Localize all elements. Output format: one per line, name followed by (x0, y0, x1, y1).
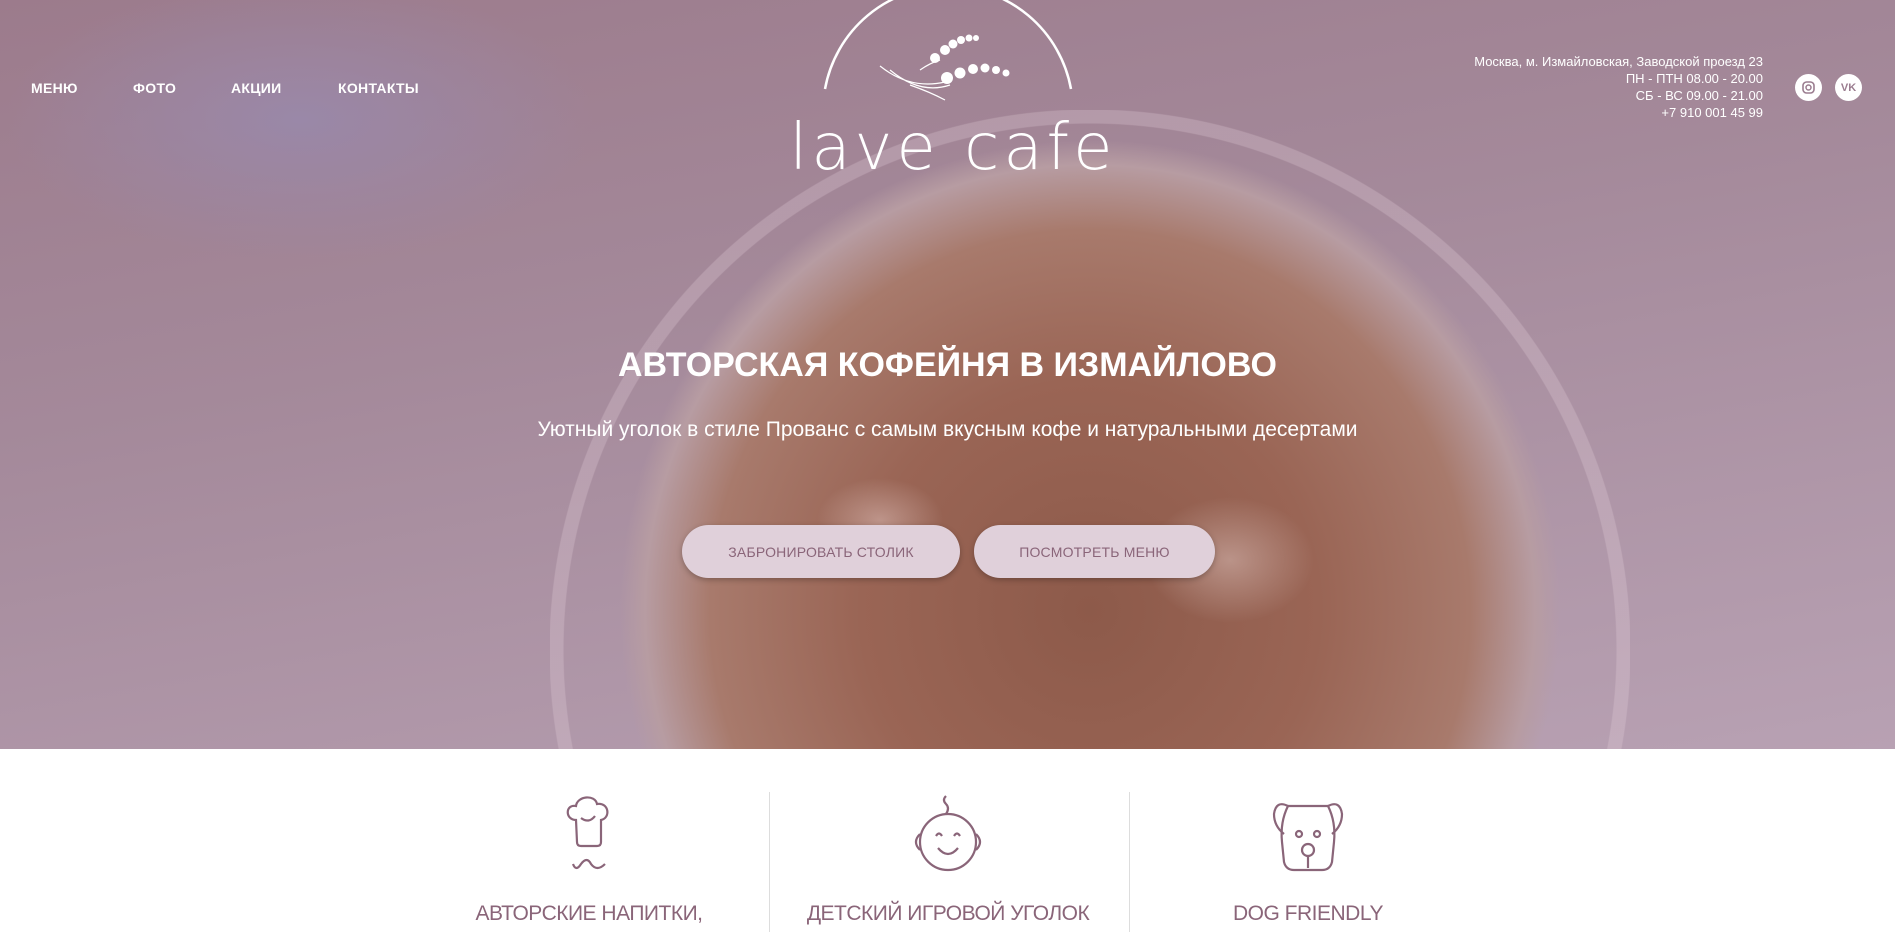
address: Москва, м. Измайловская, Заводской проез… (1474, 54, 1763, 69)
instagram-icon[interactable] (1795, 74, 1822, 101)
vk-icon[interactable]: VK (1835, 74, 1862, 101)
hours-weekend: СБ - ВС 09.00 - 21.00 (1635, 88, 1763, 103)
hours-weekdays: ПН - ПТН 08.00 - 20.00 (1625, 71, 1763, 86)
feature-kids: ДЕТСКИЙ ИГРОВОЙ УГОЛОК (798, 792, 1098, 932)
dog-icon (1272, 803, 1344, 872)
hero-subtitle: Уютный уголок в стиле Прованс с самым вк… (537, 418, 1358, 441)
baby-icon (914, 795, 982, 872)
feature-drinks: АВТОРСКИЕ НАПИТКИ, (439, 792, 739, 932)
nav-promotions[interactable]: АКЦИИ (231, 80, 282, 96)
nav-menu[interactable]: МЕНЮ (31, 80, 78, 96)
phone[interactable]: +7 910 001 45 99 (1474, 104, 1763, 121)
chef-icon (566, 796, 609, 870)
feature-title: DOG FRIENDLY (1233, 902, 1383, 925)
nav-contacts[interactable]: КОНТАКТЫ (338, 80, 419, 96)
view-menu-button[interactable]: ПОСМОТРЕТЬ МЕНЮ (974, 525, 1215, 578)
feature-dogs: DOG FRIENDLY (1158, 792, 1458, 932)
feature-title: АВТОРСКИЕ НАПИТКИ, (475, 902, 703, 925)
logo-text: lave cafe (789, 111, 1117, 185)
hero-title: АВТОРСКАЯ КОФЕЙНЯ В ИЗМАЙЛОВО (617, 346, 1278, 384)
feature-title: ДЕТСКИЙ ИГРОВОЙ УГОЛОК (806, 902, 1090, 925)
divider (769, 792, 770, 932)
nav-photo[interactable]: ФОТО (133, 80, 176, 96)
book-table-button[interactable]: ЗАБРОНИРОВАТЬ СТОЛИК (682, 525, 960, 578)
contact-info: Москва, м. Измайловская, Заводской проез… (1474, 53, 1763, 121)
divider (1129, 792, 1130, 932)
